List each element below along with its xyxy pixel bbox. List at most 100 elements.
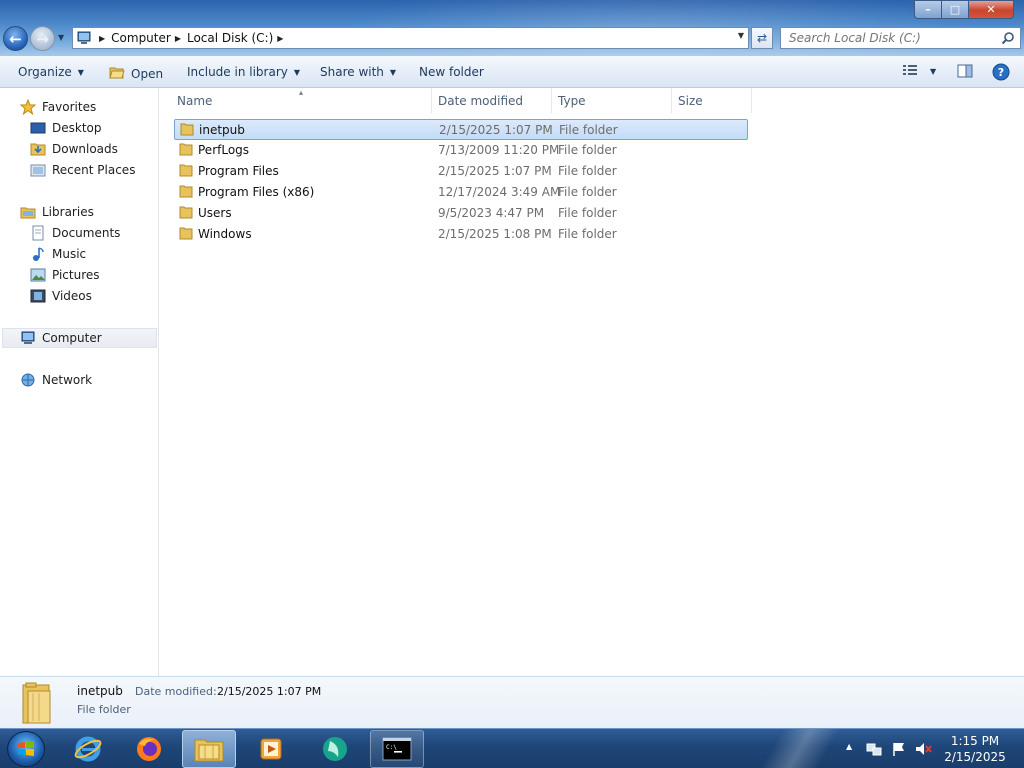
downloads-folder-icon (30, 141, 46, 157)
file-row-program-files[interactable]: Program Files 2/15/2025 1:07 PM File fol… (174, 161, 748, 182)
nav-music-label: Music (52, 247, 87, 261)
address-bar[interactable]: ▶ Computer ▶ Local Disk (C:) ▶ ▼ (72, 27, 749, 49)
share-with-button[interactable]: Share with ▼ (320, 65, 396, 79)
command-prompt-icon: C:\ (382, 737, 412, 761)
nav-documents[interactable]: Documents (30, 223, 120, 243)
column-name-label: Name (177, 93, 213, 108)
details-name: inetpub (77, 684, 123, 698)
nav-favorites[interactable]: Favorites (20, 97, 96, 117)
volume-muted-icon[interactable] (915, 741, 933, 760)
organize-button[interactable]: Organize ▼ (18, 65, 84, 79)
nav-pictures[interactable]: Pictures (30, 265, 100, 285)
network-status-icon[interactable] (866, 741, 882, 760)
folder-large-icon (22, 682, 51, 724)
address-history-dropdown[interactable]: ▼ (738, 31, 744, 40)
navigation-pane: Favorites Desktop Downloads Recent Place… (0, 88, 159, 676)
column-header-date-modified[interactable]: Date modified (432, 88, 552, 113)
file-row-users[interactable]: Users 9/5/2023 4:47 PM File folder (174, 203, 748, 224)
file-name: PerfLogs (198, 143, 250, 157)
preview-pane-button[interactable] (957, 63, 973, 82)
file-row-perflogs[interactable]: PerfLogs 7/13/2009 11:20 PM File folder (174, 140, 748, 161)
breadcrumb-chevron-icon[interactable]: ▶ (277, 34, 283, 43)
file-name: Program Files (x86) (198, 185, 315, 199)
taskbar-media-player[interactable] (244, 730, 298, 768)
breadcrumb-chevron-icon[interactable]: ▶ (99, 34, 105, 43)
open-button[interactable]: Open (109, 65, 163, 82)
action-center-flag-icon[interactable] (891, 741, 907, 760)
column-date-label: Date modified (438, 93, 524, 108)
close-button[interactable]: ✕ (968, 0, 1014, 19)
file-date: 9/5/2023 4:47 PM (438, 206, 545, 220)
file-name: Program Files (198, 164, 279, 178)
chevron-down-icon: ▼ (77, 67, 84, 77)
recent-pages-dropdown[interactable]: ▼ (58, 33, 64, 42)
back-button[interactable]: ← (3, 26, 28, 51)
include-in-library-button[interactable]: Include in library ▼ (187, 65, 300, 79)
breadcrumb-computer[interactable]: Computer (111, 31, 171, 45)
details-view-icon (902, 63, 918, 80)
file-name: Users (198, 206, 232, 220)
nav-favorites-label: Favorites (42, 100, 97, 114)
system-clock[interactable]: 1:15 PM 2/15/2025 (940, 733, 1010, 765)
nav-music[interactable]: Music (30, 244, 86, 264)
breadcrumb-chevron-icon[interactable]: ▶ (175, 34, 181, 43)
internet-explorer-icon (74, 736, 102, 762)
new-folder-button[interactable]: New folder (419, 65, 484, 79)
taskbar-internet-explorer[interactable] (61, 730, 115, 768)
file-date: 7/13/2009 11:20 PM (438, 143, 560, 157)
nav-libraries-label: Libraries (42, 205, 94, 219)
music-icon (30, 246, 46, 262)
column-header-type[interactable]: Type (552, 88, 672, 113)
taskbar-command-prompt[interactable]: C:\ (370, 730, 424, 768)
nav-recent-places[interactable]: Recent Places (30, 160, 135, 180)
forward-button[interactable]: → (30, 26, 55, 51)
change-view-button[interactable]: ▼ (902, 63, 936, 80)
help-button[interactable]: ? (992, 63, 1010, 84)
videos-icon (30, 288, 46, 304)
libraries-icon (20, 204, 36, 220)
svg-text:?: ? (998, 66, 1004, 79)
chevron-down-icon[interactable]: ▼ (930, 67, 936, 76)
nav-desktop-label: Desktop (52, 121, 102, 135)
file-row-windows[interactable]: Windows 2/15/2025 1:08 PM File folder (174, 224, 748, 245)
minimize-button[interactable]: – (914, 0, 941, 19)
firefox-icon (137, 737, 161, 761)
taskbar-app-green[interactable] (308, 730, 362, 768)
window-controls: – □ ✕ (914, 0, 1014, 19)
nav-network[interactable]: Network (20, 370, 92, 390)
file-type: File folder (559, 123, 618, 137)
taskbar-windows-explorer[interactable] (182, 730, 236, 768)
show-hidden-icons-button[interactable]: ▲ (846, 742, 852, 751)
windows-logo-icon (18, 741, 34, 756)
file-row-inetpub[interactable]: inetpub 2/15/2025 1:07 PM File folder (174, 119, 748, 140)
clock-date: 2/15/2025 (944, 750, 1006, 764)
file-type: File folder (558, 164, 617, 178)
maximize-button[interactable]: □ (941, 0, 968, 19)
column-type-label: Type (558, 93, 586, 108)
preview-pane-icon (957, 63, 973, 82)
recent-places-icon (30, 162, 46, 178)
search-box[interactable] (780, 27, 1021, 49)
taskbar-firefox[interactable] (122, 730, 176, 768)
file-row-program-files-x86[interactable]: Program Files (x86) 12/17/2024 3:49 AM F… (174, 182, 748, 203)
file-list: Name ▴ Date modified Type Size inetpub 2… (160, 88, 1024, 676)
search-input[interactable] (781, 31, 991, 45)
chevron-down-icon: ▼ (389, 67, 397, 77)
file-name: inetpub (199, 123, 245, 137)
svg-text:C:\: C:\ (386, 744, 397, 751)
nav-computer-label: Computer (42, 331, 102, 345)
nav-downloads[interactable]: Downloads (30, 139, 118, 159)
nav-videos[interactable]: Videos (30, 286, 92, 306)
file-type: File folder (558, 206, 617, 220)
nav-libraries[interactable]: Libraries (20, 202, 94, 222)
nav-computer[interactable]: Computer (2, 328, 157, 348)
computer-icon (20, 330, 36, 346)
column-header-size[interactable]: Size (672, 88, 752, 113)
search-icon[interactable] (1001, 31, 1015, 48)
breadcrumb-local-disk[interactable]: Local Disk (C:) (187, 31, 273, 45)
refresh-button[interactable]: ⇄ (751, 27, 773, 49)
nav-desktop[interactable]: Desktop (30, 118, 102, 138)
nav-videos-label: Videos (52, 289, 92, 303)
start-button[interactable] (7, 731, 45, 767)
folder-icon (180, 123, 194, 136)
